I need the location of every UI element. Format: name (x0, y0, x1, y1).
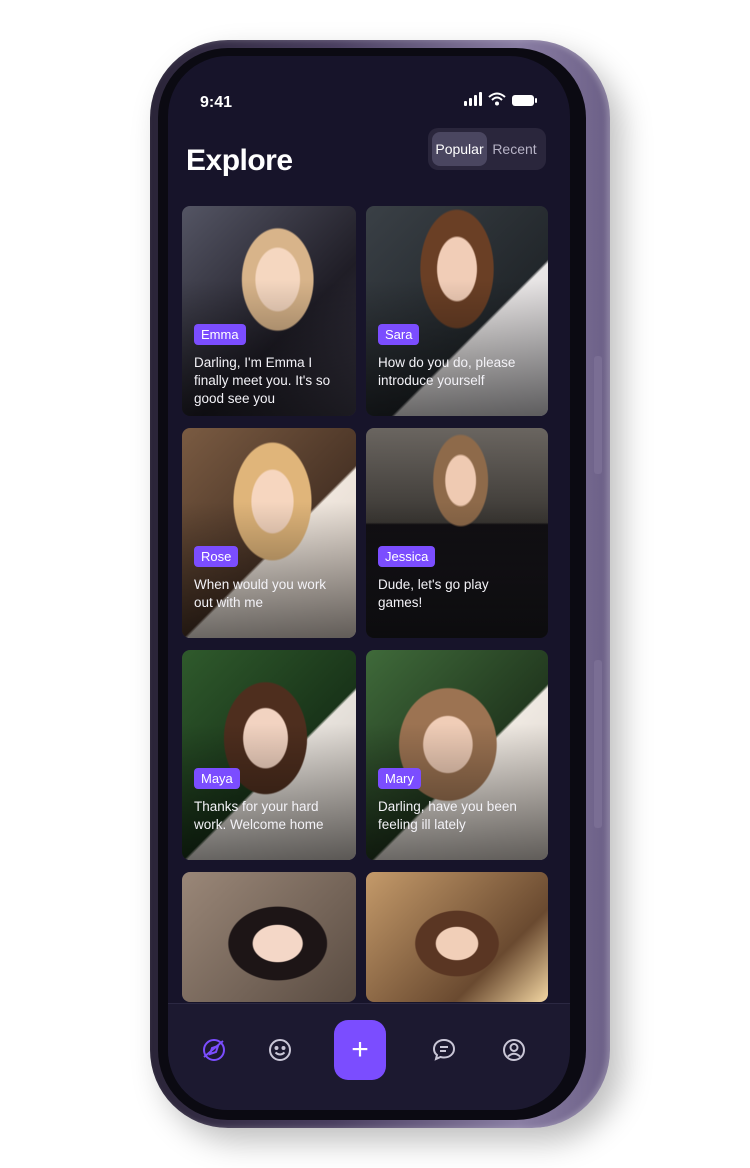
character-card[interactable]: Sara How do you do, please introduce you… (366, 206, 548, 416)
add-button[interactable]: + (334, 1020, 386, 1080)
character-greeting: How do you do, please introduce yourself (378, 355, 516, 388)
app-screen: 9:41 Explore Popular Recent Emma Darling… (168, 56, 570, 1110)
character-card[interactable] (182, 872, 356, 1002)
power-button (594, 660, 602, 828)
character-photo (366, 872, 548, 1002)
page-title: Explore (186, 144, 293, 177)
character-greeting: Dude, let's go play games! (378, 577, 489, 610)
character-name: Jessica (378, 546, 436, 567)
character-card[interactable]: Jessica Dude, let's go play games! (366, 428, 548, 638)
character-greeting: Thanks for your hard work. Welcome home (194, 799, 324, 832)
status-time: 9:41 (200, 94, 233, 111)
character-name: Mary (378, 768, 421, 789)
character-name: Maya (194, 768, 240, 789)
character-card[interactable]: Rose When would you work out with me (182, 428, 356, 638)
explore-icon[interactable] (194, 1030, 234, 1070)
character-name: Rose (194, 546, 239, 567)
character-grid: Emma Darling, I'm Emma I finally meet yo… (182, 206, 548, 1002)
tab-recent[interactable]: Recent (487, 132, 542, 166)
tab-popular[interactable]: Popular (432, 132, 487, 166)
character-greeting: Darling, have you been feeling ill latel… (378, 799, 517, 832)
character-greeting: When would you work out with me (194, 577, 327, 610)
wifi-icon (488, 92, 506, 106)
bottom-tab-bar: + (168, 1003, 570, 1110)
status-icons (464, 92, 537, 106)
character-name: Emma (194, 324, 246, 345)
sort-toggle: Popular Recent (428, 128, 546, 170)
signal-icon (464, 92, 482, 106)
character-card[interactable] (366, 872, 548, 1002)
character-card[interactable]: Mary Darling, have you been feeling ill … (366, 650, 548, 860)
character-card[interactable]: Emma Darling, I'm Emma I finally meet yo… (182, 206, 356, 416)
battery-icon (512, 95, 537, 106)
profile-icon[interactable] (494, 1030, 534, 1070)
plus-icon: + (351, 1033, 369, 1066)
character-name: Sara (378, 324, 420, 345)
character-photo (182, 872, 356, 1002)
volume-button (594, 356, 602, 474)
smile-icon[interactable] (260, 1030, 300, 1070)
status-bar: 9:41 (168, 56, 570, 136)
character-greeting: Darling, I'm Emma I finally meet you. It… (194, 355, 331, 406)
character-card[interactable]: Maya Thanks for your hard work. Welcome … (182, 650, 356, 860)
chat-icon[interactable] (424, 1030, 464, 1070)
